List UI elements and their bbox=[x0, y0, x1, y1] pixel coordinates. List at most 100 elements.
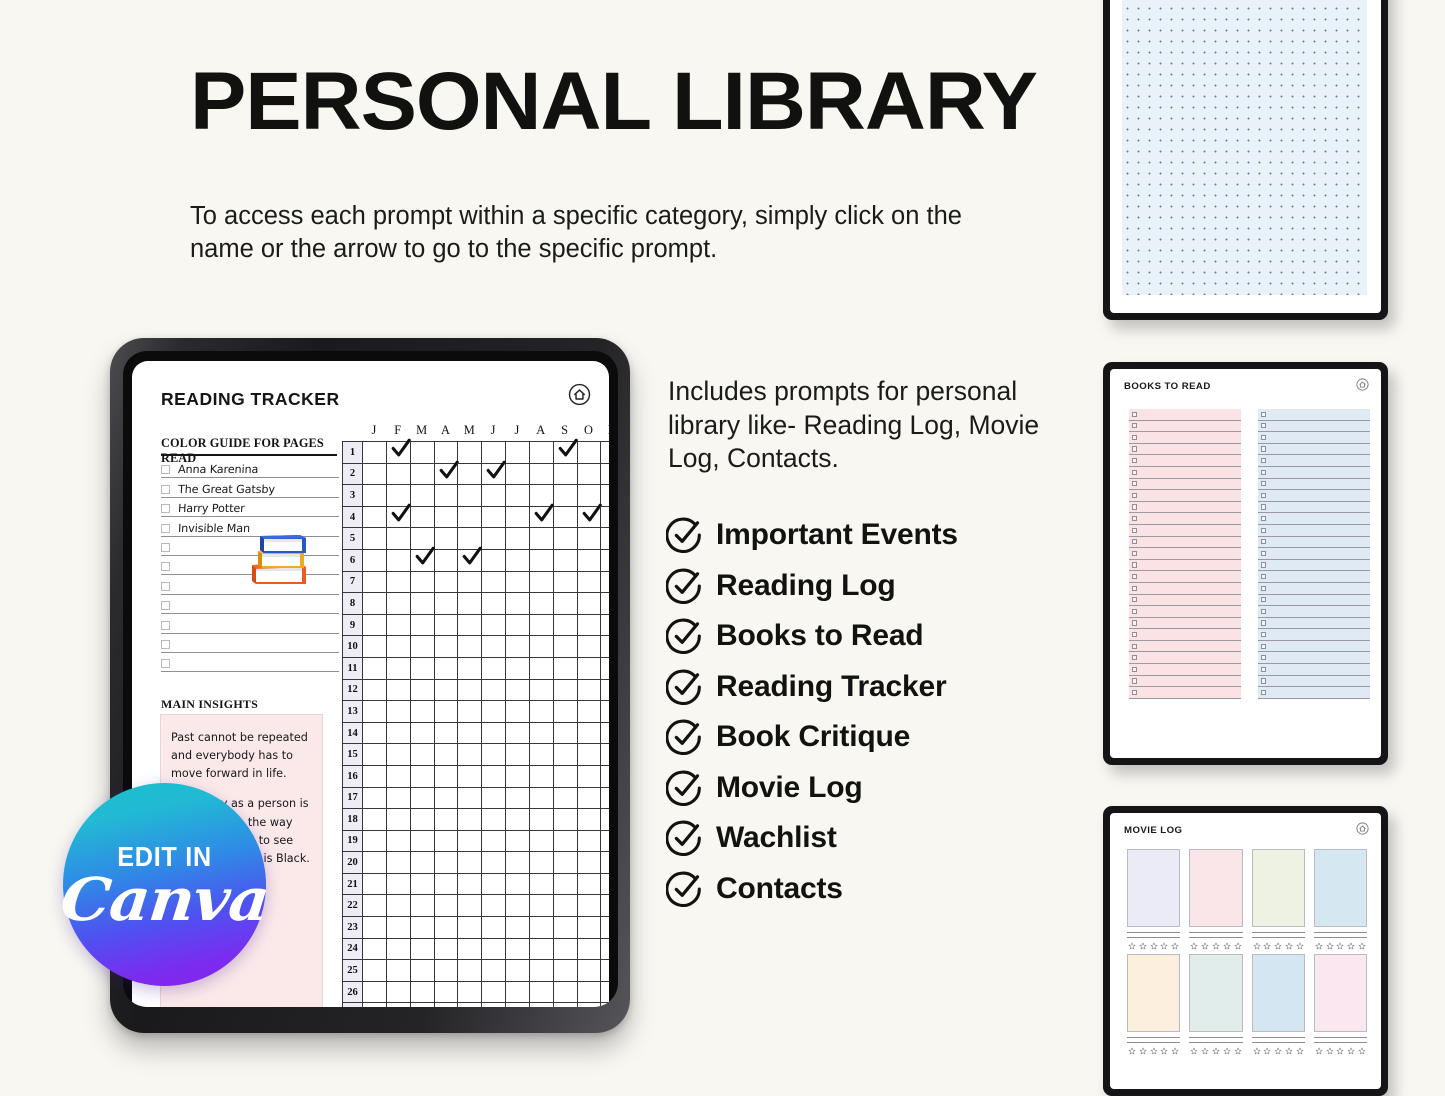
tracker-cell[interactable] bbox=[481, 613, 505, 636]
movie-poster-placeholder[interactable] bbox=[1313, 954, 1367, 1032]
checkbox[interactable] bbox=[1261, 655, 1267, 661]
tracker-cell[interactable] bbox=[576, 592, 601, 614]
list-item[interactable] bbox=[1258, 548, 1370, 560]
tracker-cell[interactable] bbox=[362, 851, 386, 873]
tracker-cell[interactable] bbox=[552, 829, 577, 852]
checkbox[interactable] bbox=[1261, 597, 1267, 603]
tracker-cell[interactable] bbox=[552, 764, 577, 787]
checkbox[interactable] bbox=[1261, 492, 1267, 499]
tracker-cell[interactable] bbox=[481, 764, 505, 787]
tracker-cell[interactable] bbox=[505, 592, 529, 614]
list-item[interactable] bbox=[1129, 420, 1241, 433]
star-icon[interactable] bbox=[1190, 942, 1198, 950]
tracker-cell[interactable] bbox=[481, 635, 505, 657]
star-icon[interactable] bbox=[1347, 1047, 1355, 1055]
list-item[interactable] bbox=[1258, 513, 1370, 525]
checkbox[interactable] bbox=[1261, 411, 1267, 417]
tracker-cell[interactable] bbox=[409, 829, 434, 852]
tracker-cell[interactable] bbox=[552, 959, 577, 981]
tracker-cell[interactable] bbox=[528, 894, 553, 917]
list-item[interactable] bbox=[1129, 559, 1241, 572]
tracker-cell[interactable] bbox=[409, 786, 434, 809]
tracker-cell[interactable] bbox=[552, 808, 577, 830]
tracker-cell[interactable] bbox=[362, 592, 386, 614]
star-icon[interactable] bbox=[1263, 1047, 1271, 1055]
tracker-cell[interactable] bbox=[409, 527, 434, 549]
tracker-cell[interactable] bbox=[600, 980, 609, 1003]
star-icon[interactable] bbox=[1160, 1047, 1168, 1055]
tracker-cell[interactable] bbox=[576, 764, 601, 787]
checkbox[interactable] bbox=[1261, 666, 1267, 672]
list-item[interactable] bbox=[1258, 594, 1370, 607]
tracker-cell[interactable] bbox=[362, 570, 386, 593]
tracker-cell[interactable] bbox=[481, 548, 505, 571]
tracker-cell[interactable] bbox=[457, 808, 482, 830]
tracker-cell[interactable] bbox=[552, 916, 577, 938]
checkbox[interactable] bbox=[1132, 689, 1138, 696]
tracker-cell[interactable] bbox=[433, 656, 458, 679]
tracker-cell[interactable] bbox=[457, 937, 482, 960]
list-item[interactable] bbox=[1129, 501, 1241, 514]
list-item[interactable] bbox=[1258, 640, 1370, 653]
checkbox[interactable] bbox=[1261, 643, 1267, 649]
tracker-cell[interactable] bbox=[576, 527, 601, 549]
star-icon[interactable] bbox=[1171, 942, 1179, 950]
list-item[interactable] bbox=[161, 595, 339, 615]
list-item[interactable] bbox=[1129, 652, 1241, 665]
tracker-cell[interactable] bbox=[481, 505, 505, 528]
tracker-cell[interactable] bbox=[600, 548, 609, 571]
tracker-cell[interactable] bbox=[528, 613, 553, 636]
tracker-cell[interactable] bbox=[552, 462, 577, 485]
star-rating[interactable] bbox=[1252, 1047, 1305, 1055]
list-item[interactable] bbox=[1129, 490, 1241, 502]
tracker-cell[interactable] bbox=[552, 438, 578, 463]
list-item[interactable] bbox=[161, 614, 339, 634]
tracker-cell[interactable] bbox=[409, 916, 434, 938]
list-item[interactable] bbox=[1129, 536, 1241, 549]
tracker-cell[interactable] bbox=[409, 546, 435, 571]
star-icon[interactable] bbox=[1274, 1047, 1282, 1055]
tracker-cell[interactable] bbox=[409, 743, 434, 765]
tracker-cell[interactable] bbox=[457, 527, 482, 549]
preview-card-dotted-page[interactable] bbox=[1103, 0, 1388, 320]
list-item[interactable]: Wachlist bbox=[666, 813, 958, 864]
tracker-cell[interactable] bbox=[576, 635, 601, 657]
tracker-cell[interactable] bbox=[362, 505, 386, 528]
checkbox[interactable] bbox=[1132, 585, 1138, 591]
tracker-cell[interactable] bbox=[481, 980, 505, 1003]
movie-entry[interactable] bbox=[1127, 954, 1181, 1055]
movie-entry[interactable] bbox=[1313, 849, 1367, 950]
tracker-cell[interactable] bbox=[552, 980, 577, 1003]
tracker-cell[interactable] bbox=[385, 959, 410, 981]
checkbox[interactable] bbox=[1261, 585, 1267, 591]
tracker-cell[interactable] bbox=[552, 656, 577, 679]
tracker-cell[interactable] bbox=[528, 678, 553, 701]
tracker-cell[interactable] bbox=[576, 808, 601, 830]
tracker-cell[interactable] bbox=[385, 980, 410, 1003]
tracker-cell[interactable] bbox=[552, 570, 577, 593]
checkbox[interactable] bbox=[1261, 620, 1267, 626]
star-icon[interactable] bbox=[1223, 1047, 1231, 1055]
checkbox[interactable] bbox=[1132, 527, 1138, 533]
star-icon[interactable] bbox=[1285, 1047, 1293, 1055]
tracker-cell[interactable] bbox=[552, 937, 577, 960]
checkbox[interactable] bbox=[1261, 562, 1267, 568]
list-item[interactable] bbox=[1258, 455, 1370, 467]
home-icon[interactable] bbox=[1356, 822, 1369, 835]
list-item[interactable] bbox=[1258, 559, 1370, 572]
list-item[interactable] bbox=[1129, 664, 1241, 676]
tracker-cell[interactable] bbox=[433, 916, 458, 938]
tracker-cell[interactable] bbox=[576, 678, 601, 701]
checkbox[interactable] bbox=[1132, 446, 1138, 452]
tracker-cell[interactable] bbox=[481, 656, 505, 679]
star-icon[interactable] bbox=[1212, 1047, 1220, 1055]
movie-poster-placeholder[interactable] bbox=[1127, 954, 1181, 1032]
star-icon[interactable] bbox=[1139, 942, 1147, 950]
star-icon[interactable] bbox=[1171, 1047, 1179, 1055]
tracker-cell[interactable] bbox=[552, 851, 577, 873]
tracker-cell[interactable] bbox=[600, 484, 609, 506]
tracker-cell[interactable] bbox=[600, 959, 609, 981]
tracker-cell[interactable] bbox=[528, 937, 553, 960]
tracker-cell[interactable] bbox=[362, 829, 386, 852]
tracker-cell[interactable] bbox=[362, 678, 386, 701]
